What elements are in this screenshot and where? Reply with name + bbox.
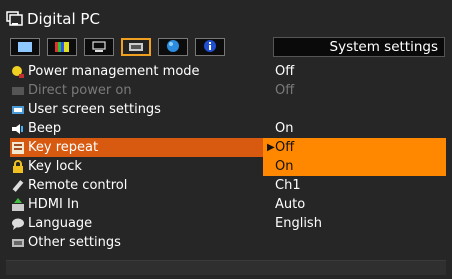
input-source-title: Digital PC (27, 10, 100, 28)
projector-settings-icon (91, 38, 107, 57)
key-repeat-icon (10, 141, 26, 155)
option-off-label: Off (275, 140, 295, 155)
settings-menu-list: Power management mode Off Direct power o… (10, 62, 446, 252)
tab-image-adjust[interactable] (10, 38, 40, 56)
menu-item-value: On (275, 121, 294, 136)
menu-item-key-lock[interactable]: Key lock On (10, 157, 446, 176)
menu-item-beep[interactable]: Beep On (10, 119, 446, 138)
menu-item-label: Key repeat (28, 140, 99, 155)
power-bulb-icon (10, 65, 26, 79)
tab-system-settings[interactable] (121, 38, 151, 56)
keyboard-icon (10, 236, 26, 250)
option-off[interactable]: ▶ Off (263, 138, 446, 157)
network-globe-icon (165, 38, 181, 57)
current-section-label: System settings (273, 37, 445, 57)
tab-color[interactable] (47, 38, 77, 56)
digital-pc-icon (6, 11, 24, 27)
option-on[interactable]: On (263, 157, 446, 176)
menu-item-label: HDMI In (28, 197, 80, 212)
tab-network[interactable] (158, 38, 188, 56)
menu-item-label: Beep (28, 121, 62, 136)
menu-item-other-settings[interactable]: Other settings (10, 233, 446, 252)
menu-item-label: Other settings (28, 235, 121, 250)
menu-item-label: Power management mode (28, 64, 200, 79)
menu-item-label: Remote control (28, 178, 128, 193)
osd-menu-window: Digital PC System settings Power managem… (0, 0, 452, 279)
remote-icon (10, 179, 26, 193)
tab-information[interactable] (195, 38, 225, 56)
tab-install-settings[interactable] (84, 38, 114, 56)
speech-bubble-icon (10, 217, 26, 231)
image-adjust-icon (17, 38, 33, 57)
direct-power-icon (10, 84, 26, 98)
user-screen-icon (10, 103, 26, 117)
speaker-icon (10, 122, 26, 136)
menu-item-language[interactable]: Language English (10, 214, 446, 233)
caret-right-icon: ▶ (267, 142, 275, 153)
hdmi-icon (10, 197, 26, 212)
menu-item-label: Language (28, 216, 93, 231)
color-bars-icon (54, 38, 70, 57)
system-settings-icon (127, 38, 145, 57)
menu-item-user-screen-settings[interactable]: User screen settings (10, 100, 446, 119)
menu-item-value: English (275, 216, 322, 231)
menu-item-value: Off (275, 64, 295, 79)
help-footer-bar (6, 260, 446, 275)
menu-item-value: Ch1 (275, 178, 301, 193)
menu-item-label: Key lock (28, 159, 82, 174)
menu-item-hdmi-in[interactable]: HDMI In Auto (10, 195, 446, 214)
menu-item-direct-power-on: Direct power on Off (10, 81, 446, 100)
menu-item-value: Off (275, 83, 295, 98)
menu-item-key-repeat[interactable]: Key repeat ▶ Off (10, 138, 446, 157)
menu-item-label: User screen settings (28, 102, 161, 117)
menu-item-remote-control[interactable]: Remote control Ch1 (10, 176, 446, 195)
menu-item-value: Auto (275, 197, 306, 212)
menu-item-power-management-mode[interactable]: Power management mode Off (10, 62, 446, 81)
option-on-label: On (275, 159, 294, 174)
menu-item-label: Direct power on (28, 83, 132, 98)
title-bar: Digital PC (6, 6, 446, 32)
lock-icon (10, 159, 26, 174)
info-icon (202, 38, 218, 57)
